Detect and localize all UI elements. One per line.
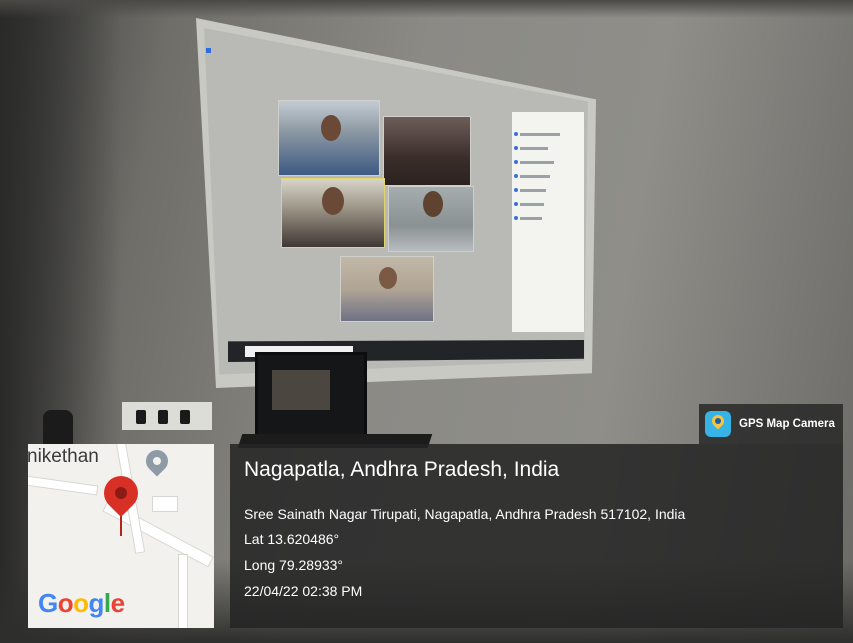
latitude-line: Lat 13.620486°	[244, 531, 340, 547]
longitude-line: Long 79.28933°	[244, 557, 344, 573]
gps-map-camera-badge: GPS Map Camera	[699, 404, 843, 444]
video-tile	[383, 116, 471, 186]
video-tile	[388, 186, 474, 252]
place-title: Nagapatla, Andhra Pradesh, India	[244, 458, 560, 481]
gps-map-camera-icon	[705, 411, 731, 437]
datetime-line: 22/04/22 02:38 PM	[244, 583, 363, 599]
zoom-app-icon	[206, 48, 211, 53]
video-tile	[278, 100, 380, 176]
power-sockets	[122, 402, 212, 430]
video-tile	[281, 178, 385, 248]
map-thumbnail: nikethan Google	[28, 444, 214, 628]
app-name: GPS Map Camera	[739, 418, 835, 430]
video-tile	[340, 256, 434, 322]
map-place-label: nikethan	[28, 446, 99, 467]
laptop-video-grid	[272, 370, 330, 410]
google-logo: Google	[38, 588, 125, 618]
address-line: Sree Sainath Nagar Tirupati, Nagapatla, …	[244, 506, 686, 522]
ceiling-edge	[0, 0, 853, 18]
participants-panel	[512, 112, 584, 332]
location-info-panel: Nagapatla, Andhra Pradesh, India Sree Sa…	[230, 444, 843, 628]
